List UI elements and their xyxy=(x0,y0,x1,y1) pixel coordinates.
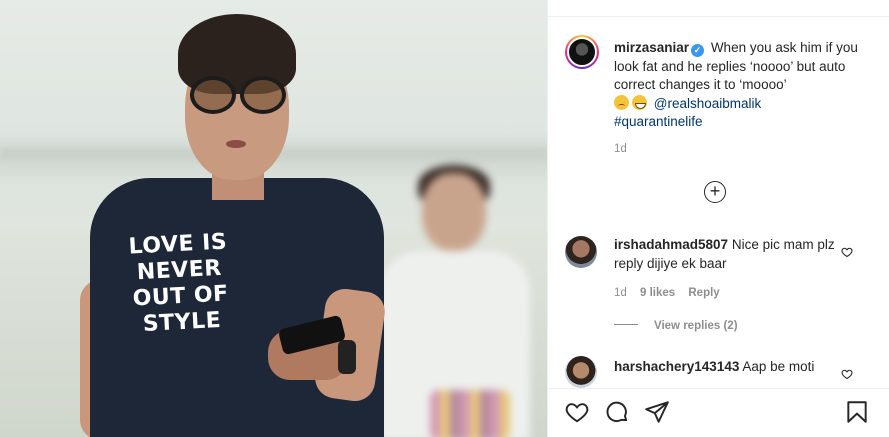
sunglasses-left-lens xyxy=(190,76,236,114)
sunglasses-right-lens xyxy=(240,76,286,114)
commenter-avatar[interactable] xyxy=(565,356,597,388)
hashtag-link[interactable]: #quarantinelife xyxy=(614,114,703,129)
bookmark-icon[interactable] xyxy=(844,399,870,425)
heart-icon[interactable] xyxy=(564,399,590,425)
reply-button[interactable]: Reply xyxy=(688,287,719,299)
post-timestamp[interactable]: 1d xyxy=(614,143,627,155)
shirt-print: LOVE IS NEVER OUT OF STYLE xyxy=(92,228,267,341)
grinning-face-emoji-icon xyxy=(632,94,647,110)
mention-link[interactable]: @realshoaibmalik xyxy=(654,96,762,111)
header-divider xyxy=(548,16,889,17)
author-avatar[interactable] xyxy=(565,35,599,69)
sad-face-emoji-icon xyxy=(614,94,629,110)
watch xyxy=(338,340,356,374)
author-username[interactable]: mirzasaniar xyxy=(614,40,689,55)
bg-person-head xyxy=(422,173,486,251)
plus-circle-icon[interactable]: + xyxy=(704,181,726,203)
mouth xyxy=(226,140,246,148)
paper-plane-icon[interactable] xyxy=(644,399,670,425)
view-replies-button[interactable]: View replies (2) xyxy=(614,320,738,332)
main-person xyxy=(80,10,390,437)
shirt-line-1: LOVE IS NEVER xyxy=(128,229,228,286)
comment-username[interactable]: irshadahmad5807 xyxy=(614,237,728,252)
shirt-line-2: OUT OF STYLE xyxy=(132,281,230,337)
post-actions-bar xyxy=(548,388,889,437)
view-replies-label: View replies (2) xyxy=(654,320,738,332)
comment-meta: 1d 9 likes Reply xyxy=(614,287,730,299)
comment-likes[interactable]: 9 likes xyxy=(640,287,675,299)
comment-username[interactable]: harshachery143143 xyxy=(614,359,739,374)
replies-dash xyxy=(614,324,638,325)
comment-text: Aap be moti xyxy=(742,359,815,374)
comment-item: irshadahmad5807 Nice pic mam plz reply d… xyxy=(614,236,844,273)
post-side-panel: mirzasaniar ✓ When you ask him if you loo… xyxy=(547,0,889,437)
comment-heart-icon[interactable] xyxy=(841,368,853,380)
comment-time[interactable]: 1d xyxy=(614,287,627,299)
verified-badge-icon: ✓ xyxy=(691,44,705,57)
comment-heart-icon[interactable] xyxy=(841,246,853,258)
post-photo[interactable]: LOVE IS NEVER OUT OF STYLE xyxy=(0,0,547,437)
bg-person-bag xyxy=(430,390,510,437)
post-caption: mirzasaniar ✓ When you ask him if you loo… xyxy=(614,39,874,132)
commenter-avatar[interactable] xyxy=(565,236,597,268)
comment-item: harshachery143143 Aap be moti xyxy=(614,358,844,377)
comment-bubble-icon[interactable] xyxy=(604,399,630,425)
